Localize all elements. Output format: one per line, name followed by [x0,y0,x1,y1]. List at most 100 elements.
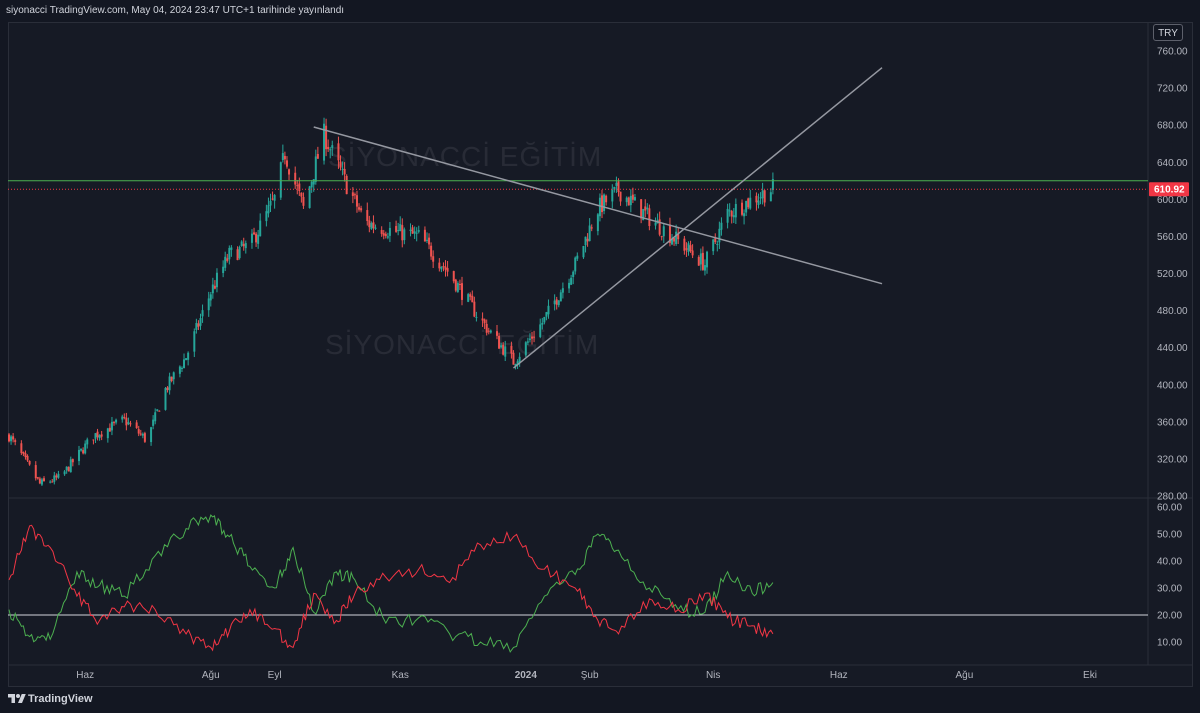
tradingview-brand[interactable]: TradingView [28,693,93,705]
candle-body [100,434,103,437]
candle-body [757,200,760,205]
candle-body [683,238,686,251]
candle-body [629,195,632,206]
candle-body [662,226,665,237]
candle-body [547,305,550,315]
candle-body [644,206,647,211]
candle-body [485,323,488,333]
candle-body [553,300,556,305]
price-tick-label: 480.00 [1157,306,1188,317]
candle-body [22,452,25,454]
candle-body [168,376,171,391]
candle-body [302,196,305,206]
time-tick-label: Eyl [268,670,282,681]
candle-body [640,199,643,219]
candle-body [596,214,599,232]
candle-body [615,182,618,186]
candle-body [528,338,531,340]
candle-body [71,459,74,463]
time-tick-label: Şub [581,670,599,681]
candle-body [244,243,247,249]
candle-body [471,295,474,303]
candle-body [327,146,330,150]
candle-body [473,301,476,317]
candle-body [265,211,268,222]
candle-body [442,266,445,268]
candle-body [446,268,449,272]
candle-body [541,322,544,325]
candle-body [222,266,225,274]
candle-body [43,478,46,482]
candle-body [314,156,317,182]
price-tick-label: 640.00 [1157,158,1188,169]
candle-body [215,272,218,288]
candle-body [533,336,536,338]
candle-body [504,346,507,357]
price-tick-label: 440.00 [1157,343,1188,354]
candle-body [712,239,715,252]
candle-body [395,226,398,232]
candle-body [755,195,758,203]
candle-body [26,455,29,461]
candle-body [34,465,37,479]
candle-body [545,312,548,317]
price-tick-label: 760.00 [1157,47,1188,58]
candle-body [187,352,190,360]
candle-body [84,443,87,454]
candle-body [250,233,253,243]
candle-body [458,284,461,286]
candle-body [510,345,513,354]
candle-body [409,229,412,232]
candle-body [625,197,628,203]
candle-body [185,358,188,361]
candle-body [55,475,58,478]
candle-body [82,450,85,454]
candle-body [498,335,501,349]
candle-body [384,233,387,237]
candle-body [253,232,256,235]
candle-body [110,421,113,431]
candle-body [374,227,377,229]
candle-body [316,154,319,159]
price-tick-label: 400.00 [1157,380,1188,391]
candle-body [675,231,678,245]
price-tick-label: 720.00 [1157,84,1188,95]
ascending-support-trendline[interactable] [512,67,883,369]
candle-body [718,228,721,243]
candle-body [20,443,23,453]
candle-body [341,168,344,170]
candle-body [366,210,369,222]
candle-body [358,207,361,210]
candle-body [129,423,132,425]
candle-body [747,198,750,208]
candle-body [430,245,433,257]
candle-body [706,251,709,268]
candle-body [337,143,340,161]
candle-body [141,433,144,436]
candle-body [483,319,486,324]
candle-body [312,179,315,185]
tradingview-logo-icon[interactable] [8,692,26,706]
candle-body [331,145,334,149]
candle-body [242,243,245,247]
candle-body [487,330,490,332]
candle-body [646,207,649,210]
chart-canvas[interactable]: SİYONACCİ EĞİTİM SİYONACCİ EĞİTİM 760.00… [0,0,1200,713]
candle-body [238,246,241,259]
candle-body [224,256,227,268]
candle-body [199,318,202,326]
candle-body [170,376,173,382]
candle-body [685,248,688,250]
time-tick-label: Haz [830,670,848,681]
candle-body [53,475,56,482]
time-tick-label: 2024 [515,670,538,681]
price-tick-label: 320.00 [1157,454,1188,465]
candle-body [730,211,733,217]
candle-body [382,233,385,236]
currency-button[interactable]: TRY [1153,24,1183,41]
candle-body [94,433,97,439]
candle-body [368,220,371,228]
indicator-red-series [8,524,774,652]
candle-body [121,416,124,420]
candle-body [63,471,66,475]
